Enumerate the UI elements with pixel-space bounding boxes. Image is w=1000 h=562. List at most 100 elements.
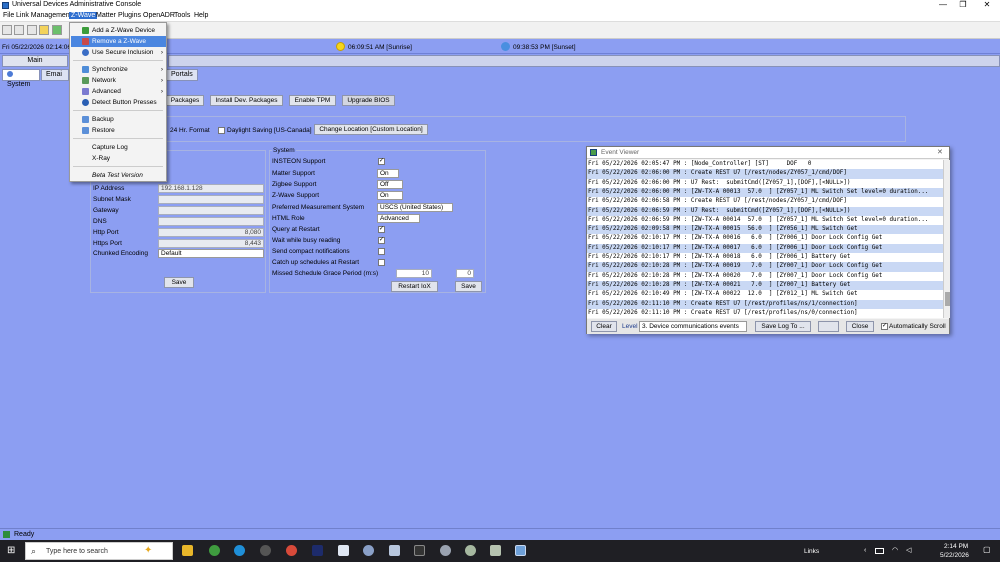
insteon-label: INSTEON Support <box>272 158 326 165</box>
wifi-icon[interactable]: ◠ <box>892 546 898 554</box>
menu-link-management[interactable]: Link Management <box>16 12 72 19</box>
download-app-icon[interactable] <box>209 545 220 556</box>
menu-item-label: Synchronize <box>92 66 128 73</box>
toolbar-refresh-icon[interactable] <box>14 25 24 35</box>
event-log[interactable]: Fri 05/22/2026 02:05:47 PM : [Node_Contr… <box>587 160 943 318</box>
compact-notifications-checkbox[interactable] <box>378 248 385 255</box>
tray-chevron-icon[interactable]: ‹ <box>864 547 866 554</box>
chrome-icon[interactable] <box>286 545 297 556</box>
file-explorer-icon[interactable] <box>182 545 193 556</box>
upgrade-bios-button[interactable]: Upgrade BIOS <box>342 95 395 106</box>
system-save-button[interactable]: Save <box>455 281 482 292</box>
menu-tools[interactable]: Tools <box>174 12 190 19</box>
notification-icon[interactable]: ▢ <box>983 545 991 554</box>
taskbar-date[interactable]: 5/22/2026 <box>940 552 969 559</box>
menu-item-secure-inclusion[interactable]: Use Secure Inclusion › <box>71 47 166 58</box>
tool-app-icon[interactable] <box>465 545 476 556</box>
battery-icon[interactable] <box>875 548 884 554</box>
menu-file[interactable]: File <box>3 12 14 19</box>
subnet-mask-field[interactable] <box>158 195 264 204</box>
toolbar-folder-icon[interactable] <box>39 25 49 35</box>
copy-log-icon[interactable] <box>818 321 839 332</box>
network-app-icon[interactable] <box>363 545 374 556</box>
zwave-select[interactable]: On <box>377 191 403 200</box>
enable-tpm-button[interactable]: Enable TPM <box>289 95 336 106</box>
monitor-app-icon[interactable] <box>389 545 400 556</box>
subtab-email[interactable]: Emai <box>41 69 69 81</box>
isy-console-icon[interactable] <box>515 545 526 556</box>
daylight-checkbox[interactable] <box>218 127 225 134</box>
change-location-button[interactable]: Change Location [Custom Location] <box>314 124 428 135</box>
gateway-field[interactable] <box>158 206 264 215</box>
menu-help[interactable]: Help <box>194 12 208 19</box>
level-select[interactable]: 3. Device communications events <box>639 321 747 332</box>
links-toolbar[interactable]: Links <box>804 548 819 555</box>
menu-plugins[interactable]: Plugins <box>118 12 141 19</box>
toolbar-add-icon[interactable] <box>52 25 62 35</box>
settings-app-icon[interactable] <box>440 545 451 556</box>
clock-app-icon[interactable] <box>260 545 271 556</box>
dns-field[interactable] <box>158 217 264 226</box>
packages-button[interactable]: Packages <box>166 95 204 106</box>
tab-main[interactable]: Main <box>2 55 68 67</box>
toolbar-grid-icon[interactable] <box>27 25 37 35</box>
notes-app-icon[interactable] <box>490 545 501 556</box>
document-app-icon[interactable] <box>338 545 349 556</box>
query-restart-checkbox[interactable]: ✓ <box>378 226 385 233</box>
menu-item-capture-log[interactable]: Capture Log <box>71 142 166 153</box>
subtab-system[interactable]: System <box>2 69 40 88</box>
close-viewer-button[interactable]: Close <box>846 321 874 332</box>
close-button[interactable]: ✕ <box>976 0 998 9</box>
menu-item-add-zwave-device[interactable]: Add a Z-Wave Device <box>71 25 166 36</box>
menu-separator <box>73 60 163 61</box>
toolbar-new-icon[interactable] <box>2 25 12 35</box>
html-role-select[interactable]: Advanced <box>377 214 420 223</box>
taskbar-search-box[interactable]: ⌕ Type here to search ✦ <box>25 542 173 560</box>
event-log-scrollbar[interactable] <box>943 160 950 318</box>
windows-start-icon[interactable]: ⊞ <box>7 546 17 556</box>
menu-matter[interactable]: Matter <box>96 12 116 19</box>
grace-seconds-field[interactable]: 0 <box>456 269 474 278</box>
save-log-button[interactable]: Save Log To ... <box>755 321 811 332</box>
taskbar-time[interactable]: 2:14 PM <box>944 543 968 550</box>
insteon-checkbox[interactable]: ✓ <box>378 158 385 165</box>
clear-log-button[interactable]: Clear <box>591 321 617 332</box>
menu-zwave[interactable]: Z-Wave <box>69 12 98 19</box>
photoshop-icon[interactable] <box>312 545 323 556</box>
menu-item-remove-zwave-device[interactable]: Remove a Z-Wave Device <box>71 36 166 56</box>
menu-item-beta-test[interactable]: Beta Test Version <box>71 170 166 181</box>
volume-icon[interactable]: ◁ <box>906 546 911 554</box>
auto-scroll-checkbox[interactable]: ✓ <box>881 323 888 330</box>
network-save-button[interactable]: Save <box>164 277 194 288</box>
scrollbar-thumb[interactable] <box>945 292 950 306</box>
menu-item-network[interactable]: Network › <box>71 75 166 86</box>
catch-up-checkbox[interactable] <box>378 259 385 266</box>
matter-select[interactable]: On <box>377 169 399 178</box>
remove-icon <box>82 38 89 45</box>
maximize-button[interactable]: ❐ <box>952 0 974 9</box>
minimize-button[interactable]: — <box>932 0 954 9</box>
chevron-right-icon: › <box>160 66 163 73</box>
install-dev-packages-button[interactable]: Install Dev. Packages <box>210 95 283 106</box>
terminal-icon[interactable] <box>414 545 425 556</box>
log-row: Fri 05/22/2026 02:06:58 PM : Create REST… <box>588 198 847 205</box>
subtab-portals[interactable]: Portals <box>166 69 198 81</box>
grace-minutes-field[interactable]: 10 <box>396 269 432 278</box>
menu-item-advanced[interactable]: Advanced › <box>71 86 166 97</box>
edge-icon[interactable] <box>234 545 245 556</box>
ip-address-field[interactable]: 192.168.1.128 <box>158 184 264 193</box>
menu-item-detect-button-presses[interactable]: Detect Button Presses <box>71 97 166 108</box>
menu-item-xray[interactable]: X-Ray <box>71 153 166 164</box>
menu-item-restore[interactable]: Restore <box>71 125 166 136</box>
chunked-encoding-select[interactable]: Default <box>158 249 264 258</box>
menu-openadr[interactable]: OpenADR <box>143 12 175 19</box>
restart-iox-button[interactable]: Restart IoX <box>391 281 438 292</box>
wait-busy-checkbox[interactable]: ✓ <box>378 237 385 244</box>
measurement-select[interactable]: USCS (United States) <box>377 203 453 212</box>
menu-item-synchronize[interactable]: Synchronize › <box>71 64 166 75</box>
zigbee-select[interactable]: Off <box>377 180 403 189</box>
menu-item-backup[interactable]: Backup <box>71 114 166 125</box>
https-port-field[interactable]: 8,443 <box>158 239 264 248</box>
http-port-field[interactable]: 8,080 <box>158 228 264 237</box>
event-viewer-close-icon[interactable]: ✕ <box>937 148 943 156</box>
